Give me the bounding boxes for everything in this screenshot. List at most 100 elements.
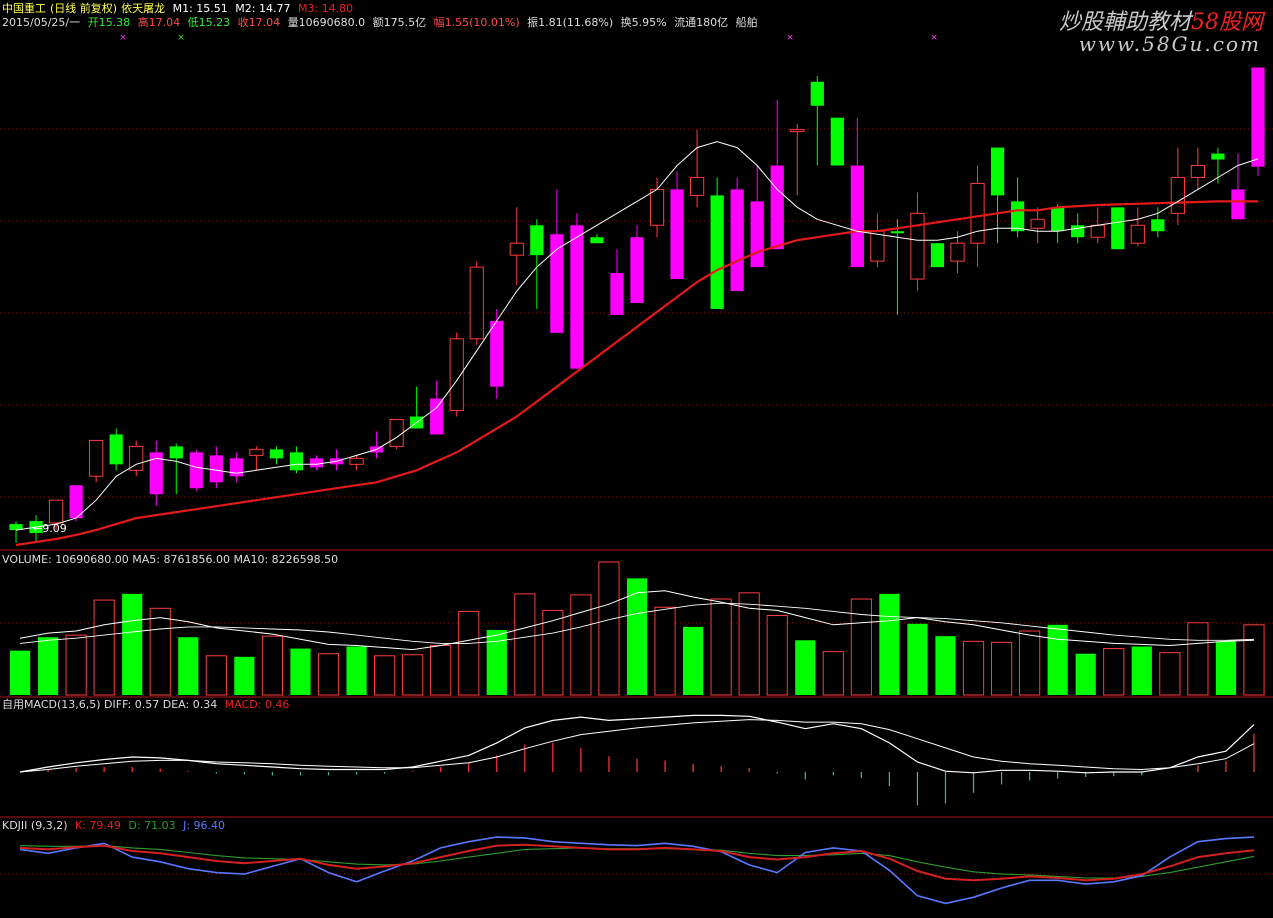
volume-bar-25 <box>710 598 732 696</box>
price-candle-body-12 <box>249 448 264 456</box>
indicator-name: 依天屠龙 <box>121 2 166 15</box>
price-candle-body-31 <box>630 237 644 303</box>
price-candle-body-33 <box>670 189 684 280</box>
volume-bar-7 <box>205 655 227 696</box>
price-candle-body-22 <box>449 338 464 412</box>
price-candle-body-58 <box>1170 176 1185 214</box>
price-header-line2: 2015/05/25/一 开15.38 高17.04 低15.23 收17.04… <box>2 16 762 30</box>
price-candle-body-45 <box>910 212 925 280</box>
volume-bar-36 <box>1019 630 1041 696</box>
price-candle-body-54 <box>1090 224 1105 238</box>
price-signal-marker-0: × <box>119 33 127 43</box>
price-signal-marker-3: × <box>930 33 938 43</box>
open-label: 开15.38 <box>87 16 131 29</box>
high-label: 高17.04 <box>137 16 181 29</box>
price-candle-body-41 <box>830 117 844 166</box>
price-candle-body-21 <box>430 398 444 435</box>
price-candle-body-62 <box>1251 67 1265 167</box>
price-candle-body-52 <box>1051 207 1065 232</box>
volume-bar-34 <box>962 640 985 696</box>
volume-bar-12 <box>346 646 367 695</box>
price-candle-body-55 <box>1111 207 1125 250</box>
volume-bar-41 <box>1159 652 1181 696</box>
volume-bar-17 <box>486 629 507 695</box>
price-candle-body-35 <box>710 195 724 309</box>
price-signal-marker-1: × <box>177 33 185 43</box>
price-candle-body-24 <box>490 320 504 387</box>
volume-bar-18 <box>514 593 536 696</box>
price-candle-body-44 <box>890 231 905 234</box>
volume-bar-14 <box>402 654 424 696</box>
price-candle-body-2 <box>48 499 64 524</box>
date-label: 2015/05/25/一 <box>2 16 81 29</box>
volume-bar-37 <box>1047 624 1068 695</box>
price-candle-body-60 <box>1211 153 1225 160</box>
volume-bar-43 <box>1215 641 1237 695</box>
volume-bar-39 <box>1103 648 1125 696</box>
volume-bar-4 <box>122 593 143 695</box>
price-candle-body-49 <box>990 147 1005 196</box>
kdj-header-c: D: 71.03 <box>128 819 176 832</box>
volume-bar-6 <box>178 637 199 695</box>
kdj-d-line <box>19 845 1255 879</box>
volume-bar-19 <box>542 609 564 696</box>
volume-bar-28 <box>795 640 816 695</box>
price-candle-body-30 <box>610 273 624 315</box>
volume-bar-10 <box>290 648 311 695</box>
volume-bar-11 <box>317 653 340 696</box>
turnover-label: 换5.95% <box>620 16 667 29</box>
price-low-marker: ←9.09 <box>33 522 67 535</box>
volume-bar-29 <box>822 651 844 696</box>
price-candle-body-15 <box>309 458 324 468</box>
m3-label: M3: 14.80 <box>297 2 354 15</box>
macd-header-a: 自用MACD(13,6,5) DIFF: 0.57 DEA: 0.34 <box>2 698 218 711</box>
volume-bar-32 <box>907 623 928 695</box>
volume-bar-1 <box>37 637 59 695</box>
price-candle-body-43 <box>870 230 885 262</box>
price-signal-marker-2: × <box>786 33 794 43</box>
price-candle-body-23 <box>469 266 484 340</box>
volume-bar-40 <box>1131 646 1152 695</box>
kdj-header-b: K: 79.49 <box>74 819 121 832</box>
m2-label: M2: 14.77 <box>235 2 291 15</box>
price-candle-body-34 <box>689 176 705 196</box>
price-candle-body-37 <box>750 201 764 268</box>
chart-mode: (日线 前复权) <box>50 2 118 15</box>
stock-name: 中国重工 <box>2 2 46 15</box>
kdj-j-line <box>19 836 1255 905</box>
volume-bar-42 <box>1187 622 1209 696</box>
price-candle-body-14 <box>289 452 304 471</box>
kdj-k-line <box>19 843 1255 882</box>
price-header-line1: 中国重工 (日线 前复权) 依天屠龙 M1: 15.51 M2: 14.77 M3:… <box>2 2 357 16</box>
volume-bar-24 <box>682 626 704 695</box>
volume-bar-16 <box>458 610 480 696</box>
price-candle-body-29 <box>590 237 604 244</box>
price-candle-body-10 <box>209 455 223 483</box>
low-label: 低15.23 <box>187 16 231 29</box>
price-candle-body-47 <box>950 242 965 262</box>
volume-bar-5 <box>149 607 171 696</box>
volume-bar-15 <box>430 644 452 696</box>
volume-bar-8 <box>234 656 255 695</box>
volume-bar-35 <box>990 641 1013 696</box>
macd-header-b: MACD: 0.46 <box>224 698 290 711</box>
volume-bar-23 <box>654 606 676 696</box>
price-candle-body-51 <box>1030 218 1045 229</box>
amount-label: 额175.5亿 <box>372 16 427 29</box>
price-candle-body-19 <box>389 419 404 447</box>
change-label: 幅1.55(10.01%) <box>433 16 520 29</box>
volume-bar-2 <box>65 634 87 696</box>
volume-bar-3 <box>93 599 115 696</box>
m1-label: M1: 15.51 <box>172 2 228 15</box>
price-candle-body-57 <box>1151 219 1165 232</box>
price-candle-body-59 <box>1190 165 1205 178</box>
price-candle-body-42 <box>850 165 864 268</box>
price-candle-body-32 <box>649 188 665 226</box>
kdj-header-d: J: 96.40 <box>183 819 226 832</box>
price-candle-body-25 <box>509 242 524 256</box>
close-label: 收17.04 <box>237 16 281 29</box>
sector-label: 船舶 <box>735 16 758 29</box>
price-candle-body-61 <box>1231 189 1245 220</box>
price-candle-body-48 <box>970 182 985 244</box>
volume-bar-0 <box>9 650 31 695</box>
